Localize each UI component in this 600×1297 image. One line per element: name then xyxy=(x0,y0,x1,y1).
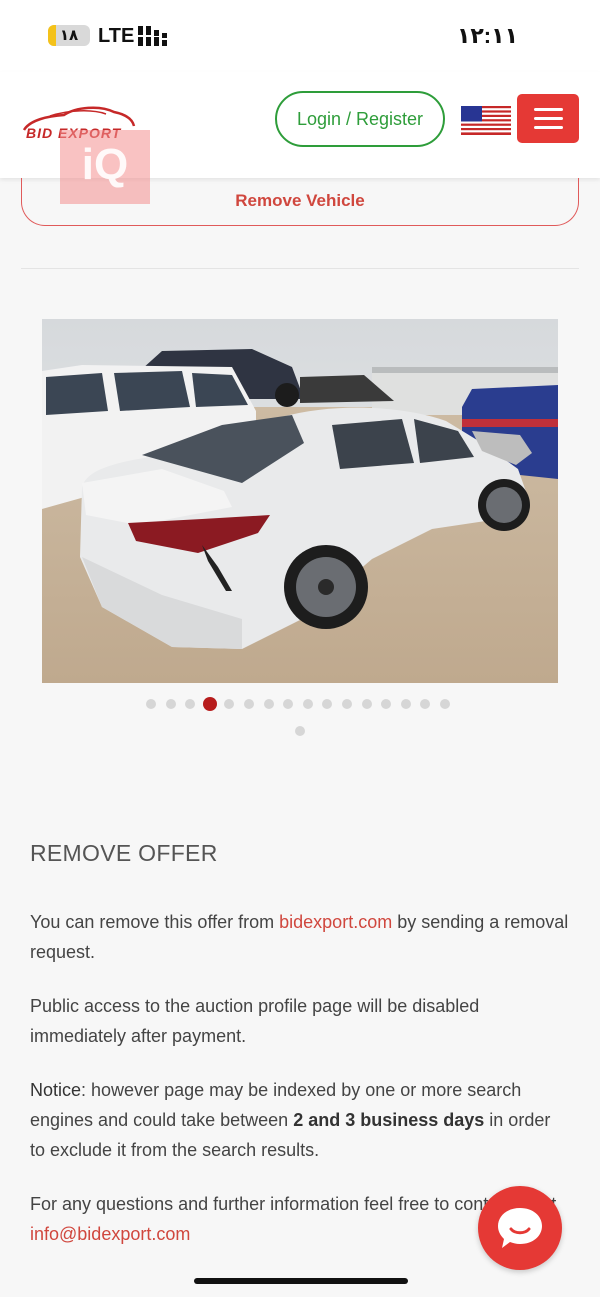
menu-line xyxy=(534,126,563,129)
carousel-indicators xyxy=(130,694,470,744)
divider xyxy=(21,268,579,269)
login-register-button[interactable]: Login / Register xyxy=(275,91,445,147)
carousel-dot[interactable] xyxy=(244,699,254,709)
remove-offer-heading: REMOVE OFFER xyxy=(30,840,218,866)
carousel-dot[interactable] xyxy=(400,699,411,709)
bidexport-link[interactable]: bidexport.com xyxy=(279,912,392,932)
carousel-dot[interactable] xyxy=(420,699,431,709)
live-chat-button[interactable] xyxy=(478,1186,562,1270)
battery-level: ١٨ xyxy=(59,27,79,44)
network-type: LTE xyxy=(98,25,135,47)
carousel-dot[interactable] xyxy=(224,699,235,709)
business-days-highlight: 2 and 3 business days xyxy=(293,1110,485,1130)
hamburger-menu-button[interactable] xyxy=(517,94,579,143)
carousel-dot[interactable] xyxy=(361,699,372,709)
menu-line xyxy=(534,108,563,111)
carousel-dot[interactable] xyxy=(283,699,294,709)
battery-icon: ١٨ xyxy=(48,25,90,46)
vehicle-image xyxy=(42,319,558,683)
status-bar: ١٨ LTE ١٢:١١ xyxy=(0,0,600,72)
carousel-dot[interactable] xyxy=(440,699,450,709)
carousel-dot[interactable] xyxy=(263,699,274,709)
chat-icon xyxy=(498,1208,542,1248)
paragraph-text: You can remove this offer from xyxy=(30,912,280,932)
carousel-dot[interactable] xyxy=(342,699,352,709)
us-flag-icon[interactable] xyxy=(461,106,511,135)
home-indicator xyxy=(194,1278,408,1284)
notice-label: Notice xyxy=(30,1080,82,1100)
vehicle-photo[interactable] xyxy=(42,319,558,683)
email-link[interactable]: info@bidexport.com xyxy=(30,1224,190,1244)
carousel-dot-active[interactable] xyxy=(202,697,217,711)
carousel-dot[interactable] xyxy=(322,699,333,709)
signal-strength-icon xyxy=(138,26,167,46)
carousel-dot[interactable] xyxy=(302,699,313,709)
remove-vehicle-button[interactable]: Remove Vehicle xyxy=(21,178,579,226)
remove-offer-paragraph: You can remove this offer from bidexport… xyxy=(30,907,570,967)
carousel-dot[interactable] xyxy=(185,699,196,709)
carousel-dot[interactable] xyxy=(381,699,392,709)
clock: ١٢:١١ xyxy=(456,23,518,48)
carousel-dot[interactable] xyxy=(165,699,176,709)
carousel-dot[interactable] xyxy=(146,699,156,709)
carousel-dot[interactable] xyxy=(295,726,305,736)
public-access-paragraph: Public access to the auction profile pag… xyxy=(30,996,480,1046)
notice-paragraph: Notice: however page may be indexed by o… xyxy=(30,1075,570,1165)
menu-line xyxy=(534,117,563,120)
